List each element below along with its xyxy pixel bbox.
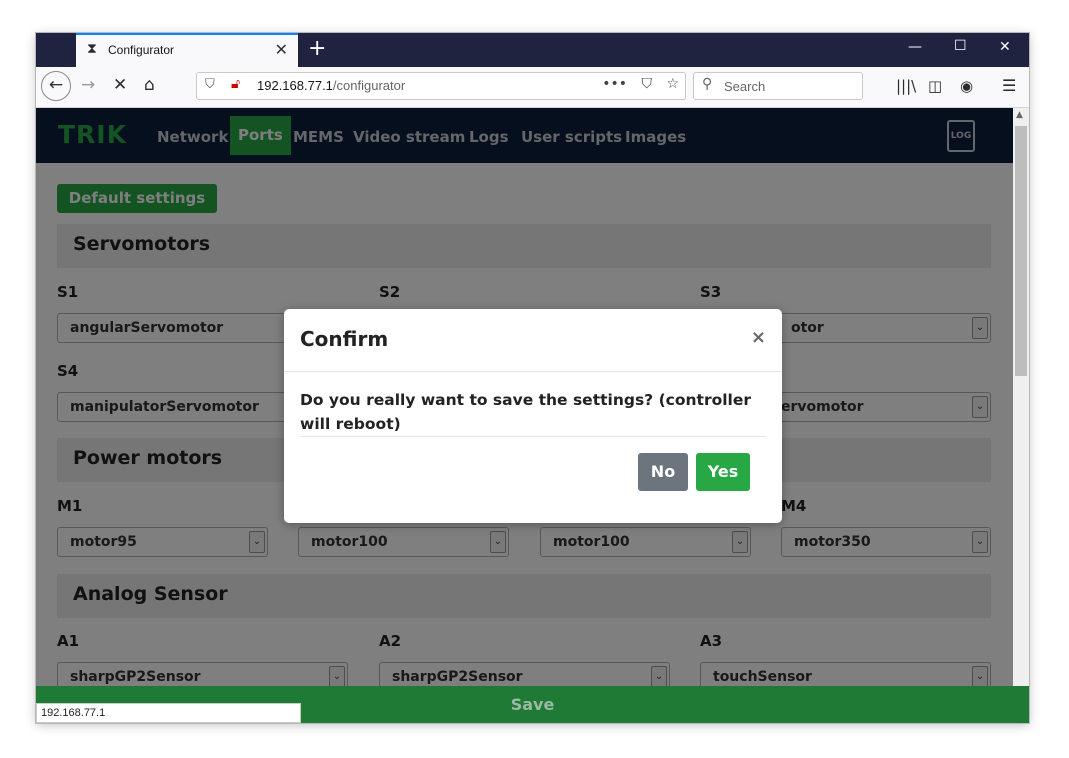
scroll-thumb[interactable] <box>1015 126 1027 376</box>
status-url: 192.168.77.1 <box>41 707 106 719</box>
hourglass-icon: ⧗ <box>87 41 97 57</box>
maximize-icon[interactable]: ☐ <box>954 38 967 54</box>
dialog-header: Confirm × <box>284 309 782 372</box>
stop-icon[interactable]: ✕ <box>113 75 127 95</box>
browser-tab[interactable]: ⧗ Configurator ✕ <box>76 33 298 67</box>
pocket-icon[interactable]: ⛉ <box>641 76 652 92</box>
confirm-dialog: Confirm × Do you really want to save the… <box>284 309 782 523</box>
dialog-message: Do you really want to save the settings?… <box>300 391 752 433</box>
home-icon[interactable]: ⌂ <box>144 75 155 95</box>
search-icon: ⚲ <box>702 76 713 92</box>
sidebar-icon[interactable]: ◫ <box>928 77 942 95</box>
tab-bar: ⧗ Configurator ✕ + — ☐ ✕ <box>36 33 1029 67</box>
nav-toolbar: ← → ✕ ⌂ ⛉ 🔓︎ 192.168.77.1/configurator •… <box>36 67 1029 108</box>
forward-icon[interactable]: → <box>81 75 95 95</box>
search-box[interactable]: ⚲ Search <box>693 72 863 100</box>
back-icon[interactable]: ← <box>41 71 71 101</box>
bookmark-star-icon[interactable]: ☆ <box>666 76 679 92</box>
no-button[interactable]: No <box>638 453 688 491</box>
page-scrollbar[interactable]: ▲ <box>1013 108 1029 723</box>
scroll-up-icon[interactable]: ▲ <box>1016 110 1023 120</box>
insecure-lock-icon[interactable]: 🔓︎ <box>231 76 240 92</box>
dialog-title: Confirm <box>300 327 389 351</box>
minimize-icon[interactable]: — <box>908 39 922 55</box>
url-actions: ••• ⛉ ☆ <box>592 76 679 92</box>
more-actions-icon[interactable]: ••• <box>602 76 627 92</box>
tracking-shield-icon[interactable]: ⛉ <box>205 77 215 92</box>
tab-title: Configurator <box>108 43 175 57</box>
close-icon[interactable]: × <box>751 327 766 348</box>
account-icon[interactable]: ◉ <box>960 77 973 95</box>
window-close-icon[interactable]: ✕ <box>999 39 1011 55</box>
tab-close-icon[interactable]: ✕ <box>275 40 288 59</box>
url-bar[interactable]: ⛉ 🔓︎ 192.168.77.1/configurator ••• ⛉ ☆ <box>196 72 686 100</box>
dialog-divider <box>300 436 766 437</box>
url-text: 192.168.77.1/configurator <box>257 78 406 93</box>
yes-button[interactable]: Yes <box>696 453 750 491</box>
status-bar: 192.168.77.1 <box>36 703 301 723</box>
menu-icon[interactable]: ☰ <box>1002 76 1016 95</box>
search-placeholder: Search <box>724 79 766 94</box>
new-tab-icon[interactable]: + <box>308 36 326 61</box>
library-icon[interactable]: |||\ <box>896 77 916 95</box>
browser-window: ⧗ Configurator ✕ + — ☐ ✕ ← → ✕ ⌂ ⛉ 🔓︎ 19… <box>36 33 1029 723</box>
